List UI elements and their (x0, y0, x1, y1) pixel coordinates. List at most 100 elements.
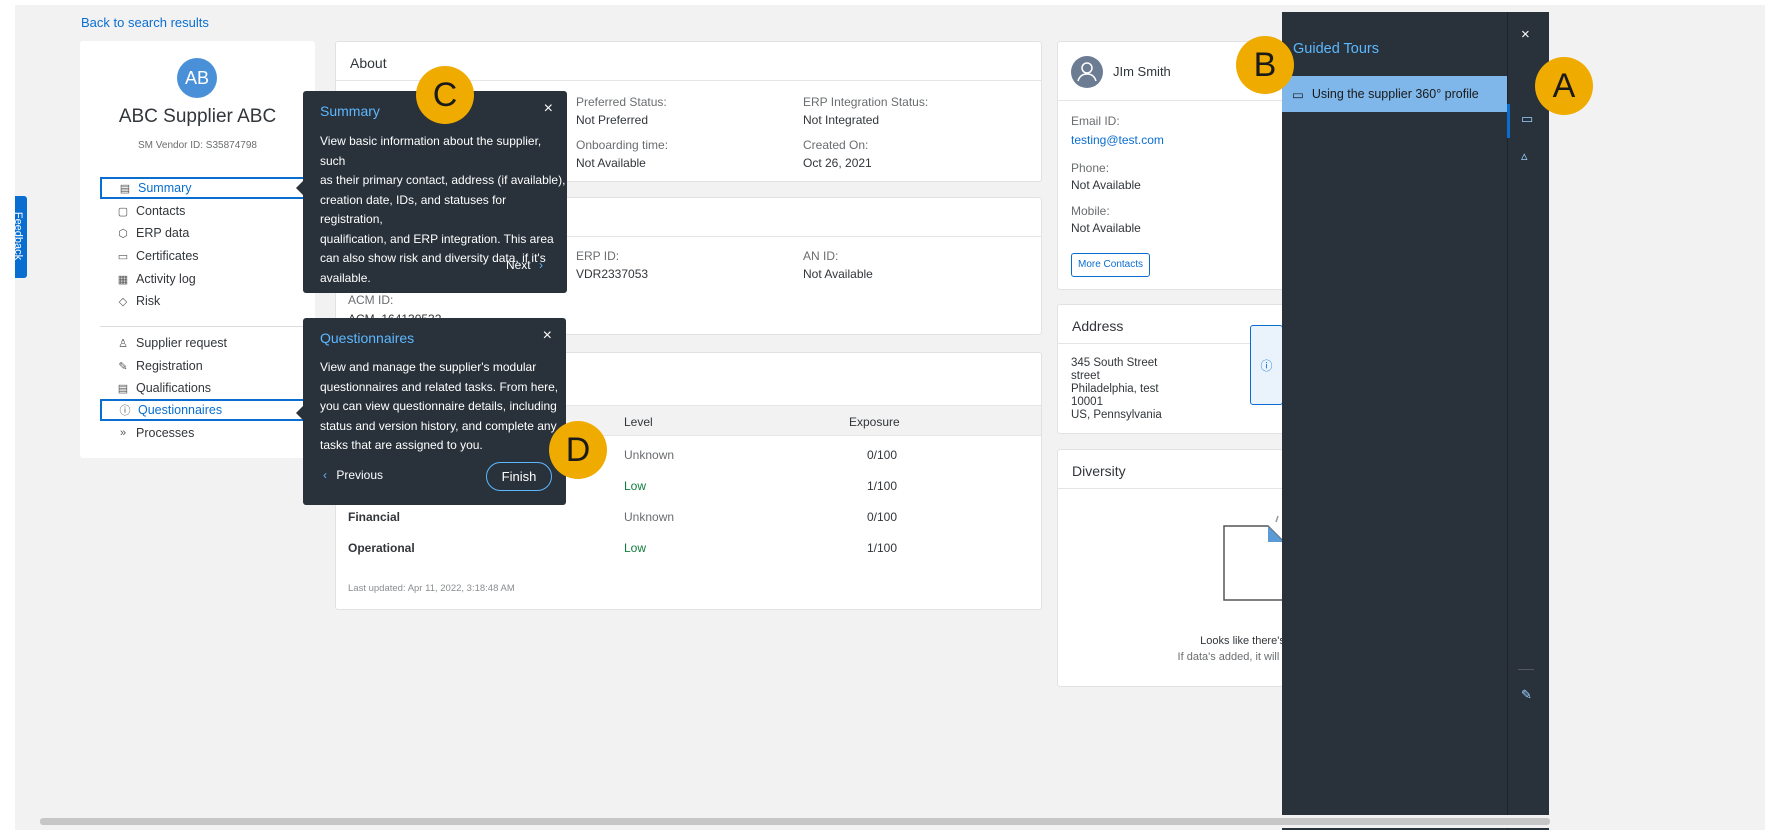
previous-label: Previous (336, 468, 384, 482)
acm-id-label: ACM ID: (348, 293, 394, 307)
popover-line: View basic information about the supplie… (320, 134, 542, 168)
risk-row-exposure: 0/100 (867, 510, 898, 524)
previous-button[interactable]: ‹ Previous (323, 468, 383, 482)
email-label: Email ID: (1071, 114, 1120, 128)
popover-line: View and manage the supplier's modular (320, 360, 537, 374)
clipboard-icon: ▤ (119, 182, 131, 195)
questionnaire-icon: ⓘ (119, 405, 131, 417)
created-on-value: Oct 26, 2021 (803, 156, 872, 170)
about-title: About (350, 55, 387, 71)
diversity-divider (1058, 488, 1296, 489)
risk-row-level: Low (624, 479, 647, 493)
nav-activity-log[interactable]: ▦ Activity log (100, 268, 325, 290)
supplier-profile-card: AB ABC Supplier ABC SM Vendor ID: S35874… (80, 41, 325, 458)
nav-questionnaires[interactable]: ⓘ Questionnaires (100, 399, 325, 421)
nav-supplier-request-label: Supplier request (136, 336, 228, 350)
risk-last-updated: Last updated: Apr 11, 2022, 3:18:48 AM (348, 583, 515, 594)
phone-label: Phone: (1071, 161, 1110, 175)
erp-integration-label: ERP Integration Status: (803, 95, 929, 109)
nav-summary[interactable]: ▤ Summary (100, 177, 325, 199)
nav-contacts[interactable]: ▢ Contacts (100, 200, 325, 222)
pencil-icon[interactable]: ✎ (1521, 687, 1532, 703)
nav-certificates-label: Certificates (136, 249, 199, 263)
page-canvas: Back to search results Feedback AB ABC S… (15, 5, 1765, 830)
risk-row-level: Unknown (624, 448, 675, 462)
questionnaires-popover-title: Questionnaires (320, 330, 415, 346)
help-icon[interactable]: ⓘ (1250, 325, 1283, 405)
created-on-label: Created On: (803, 138, 869, 152)
tours-icon[interactable]: ▭ (1521, 111, 1533, 127)
nav-registration[interactable]: ✎ Registration (100, 355, 325, 377)
qualifications-icon: ▤ (117, 382, 129, 395)
risk-row-name: Operational (348, 541, 415, 555)
nav-processes[interactable]: » Processes (100, 422, 325, 444)
close-icon[interactable]: × (543, 327, 552, 345)
nav-erp-label: ERP data (136, 226, 190, 240)
vertical-scrollbar[interactable] (1553, 5, 1565, 830)
risk-row-exposure: 1/100 (867, 541, 898, 555)
horizontal-scrollbar[interactable] (15, 815, 1765, 828)
popover-line: creation date, IDs, and statuses for reg… (320, 192, 507, 227)
close-icon[interactable]: × (544, 100, 553, 118)
nav-risk[interactable]: ◇ Risk (100, 290, 325, 312)
erp-id-label: ERP ID: (576, 249, 620, 263)
nav-erp-data[interactable]: ⬡ ERP data (100, 222, 325, 244)
nav-contacts-label: Contacts (136, 204, 186, 218)
registration-icon: ✎ (118, 360, 128, 373)
nav-divider (100, 326, 315, 327)
address-line: Philadelphia, test (1071, 383, 1159, 395)
an-id-value: Not Available (803, 267, 873, 281)
an-id-label: AN ID: (803, 249, 839, 263)
learning-icon[interactable]: ▵ (1521, 148, 1528, 164)
scrollbar-thumb[interactable] (40, 818, 1550, 825)
preferred-status-label: Preferred Status: (576, 95, 667, 109)
more-contacts-button[interactable]: More Contacts (1071, 253, 1151, 277)
supplier-name: ABC Supplier ABC (118, 106, 277, 127)
risk-row-name: Financial (348, 510, 401, 524)
close-icon[interactable]: × (1521, 26, 1530, 43)
chevron-left-icon: ‹ (323, 468, 327, 482)
contact-avatar (1071, 56, 1103, 88)
feedback-tab[interactable]: Feedback (15, 196, 27, 278)
risk-row-level: Low (624, 541, 647, 555)
tour-item[interactable]: ▭ Using the supplier 360° profile (1282, 76, 1507, 112)
mobile-label: Mobile: (1071, 204, 1110, 218)
next-button[interactable]: Next › (506, 258, 543, 272)
nav-qualifications[interactable]: ▤ Qualifications (100, 377, 325, 399)
nav-certificates[interactable]: ▭ Certificates (100, 245, 325, 267)
address-line: 10001 (1071, 396, 1103, 408)
contact-divider (1058, 100, 1296, 101)
questionnaires-popover-body: View and manage the supplier's modular q… (320, 358, 558, 456)
onboarding-value: Not Available (576, 156, 646, 170)
diversity-title: Diversity (1072, 463, 1126, 479)
nav-risk-label: Risk (136, 294, 161, 308)
email-link[interactable]: testing@test.com (1071, 133, 1164, 147)
preferred-status-value: Not Preferred (576, 113, 649, 127)
risk-icon: ◇ (118, 295, 128, 308)
vendor-id: SM Vendor ID: S35874798 (138, 140, 257, 151)
mobile-value: Not Available (1071, 221, 1141, 235)
back-to-search-link[interactable]: Back to search results (81, 15, 209, 30)
risk-row-exposure: 1/100 (867, 479, 898, 493)
popover-arrow (296, 406, 303, 420)
callout-c: C (416, 66, 474, 124)
popover-line: as their primary contact, address (if av… (320, 173, 566, 187)
chevron-right-icon: › (539, 258, 543, 272)
erp-id-value: VDR2337053 (576, 267, 649, 281)
erp-integration-value: Not Integrated (803, 113, 880, 127)
nav-supplier-request[interactable]: ♙ Supplier request (100, 332, 325, 354)
processes-icon: » (119, 427, 127, 439)
diversity-card: Diversity Looks like there's n If data's… (1057, 449, 1297, 687)
nav-summary-label: Summary (138, 181, 192, 195)
finish-button[interactable]: Finish (486, 462, 552, 491)
database-icon: ⬡ (118, 227, 128, 240)
col-exposure: Exposure (849, 415, 900, 429)
risk-row-level: Unknown (624, 510, 675, 524)
address-line: street (1071, 370, 1100, 382)
person-icon (1077, 62, 1097, 82)
diversity-empty-text: If data's added, it will sh (1177, 651, 1294, 663)
nav-processes-label: Processes (136, 426, 195, 440)
toolbar-divider (1518, 669, 1534, 670)
summary-popover-title: Summary (320, 103, 380, 119)
nav-registration-label: Registration (136, 359, 203, 373)
